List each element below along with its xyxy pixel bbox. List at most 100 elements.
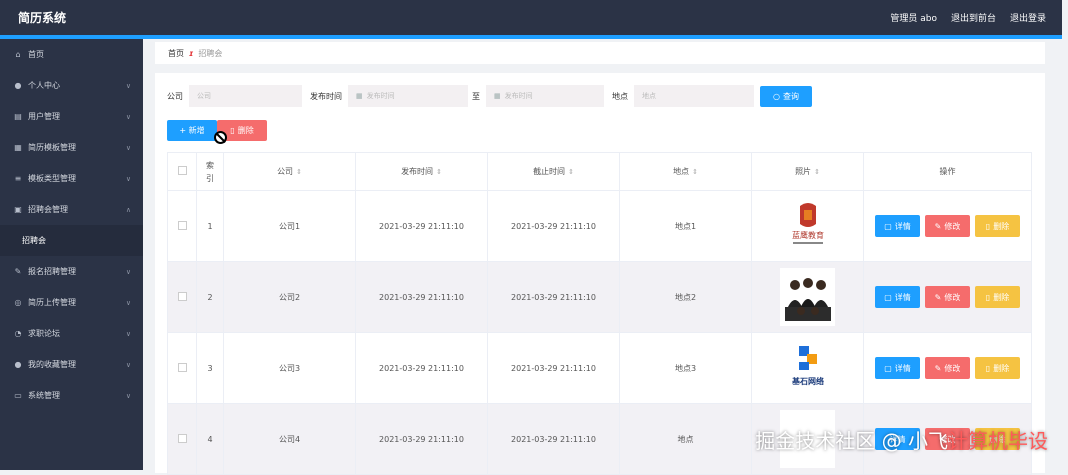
sidebar-item-job-fair-management[interactable]: ▣ 招聘会管理 ∧ [0, 194, 143, 225]
cell-place: 地点2 [619, 261, 752, 333]
breadcrumb-home[interactable]: 首页 [168, 48, 184, 59]
end-date-input[interactable]: ▦ 发布时间 [486, 85, 604, 107]
cell-deadline: 2021-03-29 21:11:10 [487, 332, 620, 404]
sidebar-subitem-job-fair[interactable]: 招聘会 [0, 225, 143, 256]
query-button[interactable]: ○ 查询 [760, 85, 812, 107]
place-label: 地点 [612, 91, 628, 101]
sort-icon: ⇕ [692, 168, 698, 176]
chevron-down-icon: ∨ [125, 112, 131, 121]
header-photo[interactable]: 照片 ⇕ [751, 152, 864, 191]
sidebar-item-forum[interactable]: ◔ 求职论坛 ∨ [0, 318, 143, 349]
to-label: 至 [472, 91, 480, 101]
delete-button[interactable]: ▯ 删除 [975, 357, 1020, 379]
edit-button[interactable]: ✎ 修改 [925, 215, 970, 237]
header-index: 索引 [196, 152, 224, 191]
calendar-icon: ▦ [494, 92, 501, 100]
detail-icon: ▢ [884, 221, 892, 231]
cell-publish-time: 2021-03-29 21:11:10 [355, 403, 488, 475]
cell-deadline: 2021-03-29 21:11:10 [487, 261, 620, 333]
select-all-checkbox[interactable] [177, 166, 187, 175]
sidebar-item-resume-upload[interactable]: ◎ 简历上传管理 ∨ [0, 287, 143, 318]
trash-icon: ▯ [985, 292, 991, 302]
search-bar: 公司 公司 发布时间 ▦ 发布时间 至 ▦ 发布时间 地点 地点 ○ 查询 [167, 84, 1033, 108]
svg-text:蓝鹰教育: 蓝鹰教育 [792, 230, 824, 240]
sidebar-item-signup-management[interactable]: ✎ 报名招聘管理 ∨ [0, 256, 143, 287]
cell-company: 公司4 [223, 403, 356, 475]
edit-button[interactable]: ✎ 修改 [925, 286, 970, 308]
sort-icon: ⇕ [436, 168, 442, 176]
chevron-down-icon: ∨ [125, 360, 131, 369]
cell-deadline: 2021-03-29 21:11:10 [487, 190, 620, 262]
cell-index: 3 [196, 332, 224, 404]
business-team-image [784, 278, 831, 321]
sidebar-item-personal-center[interactable]: ● 个人中心 ∨ [0, 70, 143, 101]
content-panel: 公司 公司 发布时间 ▦ 发布时间 至 ▦ 发布时间 地点 地点 ○ 查询 + 新增 … [155, 73, 1045, 475]
row-checkbox[interactable] [177, 362, 187, 372]
breadcrumb-current: 招聘会 [198, 48, 223, 58]
action-bar: + 新增 ▯ 删除 [167, 119, 1033, 144]
sidebar-item-home[interactable]: ⌂ 首页 [0, 39, 143, 70]
cell-company: 公司2 [223, 261, 356, 333]
sidebar-item-user-management[interactable]: ▤ 用户管理 ∨ [0, 101, 143, 132]
user-icon: ● [14, 360, 22, 369]
chat-icon: ◔ [14, 329, 22, 338]
cell-publish-time: 2021-03-29 21:11:10 [355, 190, 488, 262]
top-bar: 简历系统 管理员 abo 退出到前台 退出登录 [0, 0, 1062, 35]
edit-icon: ✎ [934, 292, 942, 302]
cell-deadline: 2021-03-29 21:11:10 [487, 403, 620, 475]
sort-icon: ⇕ [296, 168, 302, 176]
home-icon: ⌂ [15, 50, 21, 59]
sort-icon: ⇕ [568, 168, 574, 176]
start-date-input[interactable]: ▦ 发布时间 [348, 85, 468, 107]
delete-button[interactable]: ▯ 删除 [975, 286, 1020, 308]
trash-icon: ▯ [985, 363, 991, 373]
sort-icon: ⇕ [814, 168, 820, 176]
chevron-down-icon: ∨ [125, 298, 131, 307]
cell-publish-time: 2021-03-29 21:11:10 [355, 332, 488, 404]
company-input[interactable]: 公司 [189, 85, 302, 107]
row-checkbox[interactable] [177, 220, 187, 230]
header-publish-time[interactable]: 发布时间 ⇕ [355, 152, 488, 191]
row-checkbox[interactable] [177, 433, 187, 443]
company-photo: 蓝鹰教育 [780, 197, 835, 255]
message-icon: ▭ [14, 391, 22, 400]
table-row: 2 公司2 2021-03-29 21:11:10 2021-03-29 21:… [167, 261, 1032, 333]
header-place[interactable]: 地点 ⇕ [619, 152, 752, 191]
main-content: 首页 ɪ 招聘会 公司 公司 发布时间 ▦ 发布时间 至 ▦ 发布时间 地点 地点 … [155, 42, 1045, 475]
detail-icon: ▢ [884, 292, 892, 302]
upload-icon: ◎ [14, 298, 22, 307]
not-allowed-cursor-icon [214, 131, 227, 144]
sidebar-item-template-type[interactable]: ≡ 模板类型管理 ∨ [0, 163, 143, 194]
breadcrumb: 首页 ɪ 招聘会 [155, 42, 1045, 64]
cell-index: 4 [196, 403, 224, 475]
table-row: 3 公司3 2021-03-29 21:11:10 2021-03-29 21:… [167, 332, 1032, 404]
header-company[interactable]: 公司 ⇕ [223, 152, 356, 191]
delete-button[interactable]: ▯ 删除 [975, 215, 1020, 237]
row-checkbox[interactable] [177, 291, 187, 301]
logout-link[interactable]: 退出登录 [1010, 11, 1046, 24]
detail-icon: ▢ [884, 363, 892, 373]
sidebar-item-favorites[interactable]: ● 我的收藏管理 ∨ [0, 349, 143, 380]
stack-icon: ≡ [14, 174, 22, 183]
breadcrumb-separator-icon: ɪ [189, 48, 194, 58]
back-to-front-link[interactable]: 退出到前台 [951, 11, 996, 24]
current-user: 管理员 abo [890, 14, 937, 24]
detail-button[interactable]: ▢ 详情 [875, 286, 920, 308]
search-icon: ○ [773, 91, 780, 101]
cell-company: 公司1 [223, 190, 356, 262]
cell-index: 2 [196, 261, 224, 333]
app-title: 简历系统 [18, 11, 67, 25]
detail-button[interactable]: ▢ 详情 [875, 357, 920, 379]
publish-time-label: 发布时间 [310, 91, 342, 101]
sidebar-item-system[interactable]: ▭ 系统管理 ∨ [0, 380, 143, 411]
chevron-down-icon: ∨ [125, 267, 131, 276]
list-icon: ▤ [14, 112, 22, 121]
place-input[interactable]: 地点 [634, 85, 754, 107]
chevron-down-icon: ∨ [125, 81, 131, 90]
header-deadline[interactable]: 截止时间 ⇕ [487, 152, 620, 191]
sidebar-item-resume-template[interactable]: ▦ 简历模板管理 ∨ [0, 132, 143, 163]
header-select-all[interactable] [167, 152, 197, 191]
edit-button[interactable]: ✎ 修改 [925, 357, 970, 379]
add-button[interactable]: + 新增 [167, 120, 217, 141]
detail-button[interactable]: ▢ 详情 [875, 215, 920, 237]
